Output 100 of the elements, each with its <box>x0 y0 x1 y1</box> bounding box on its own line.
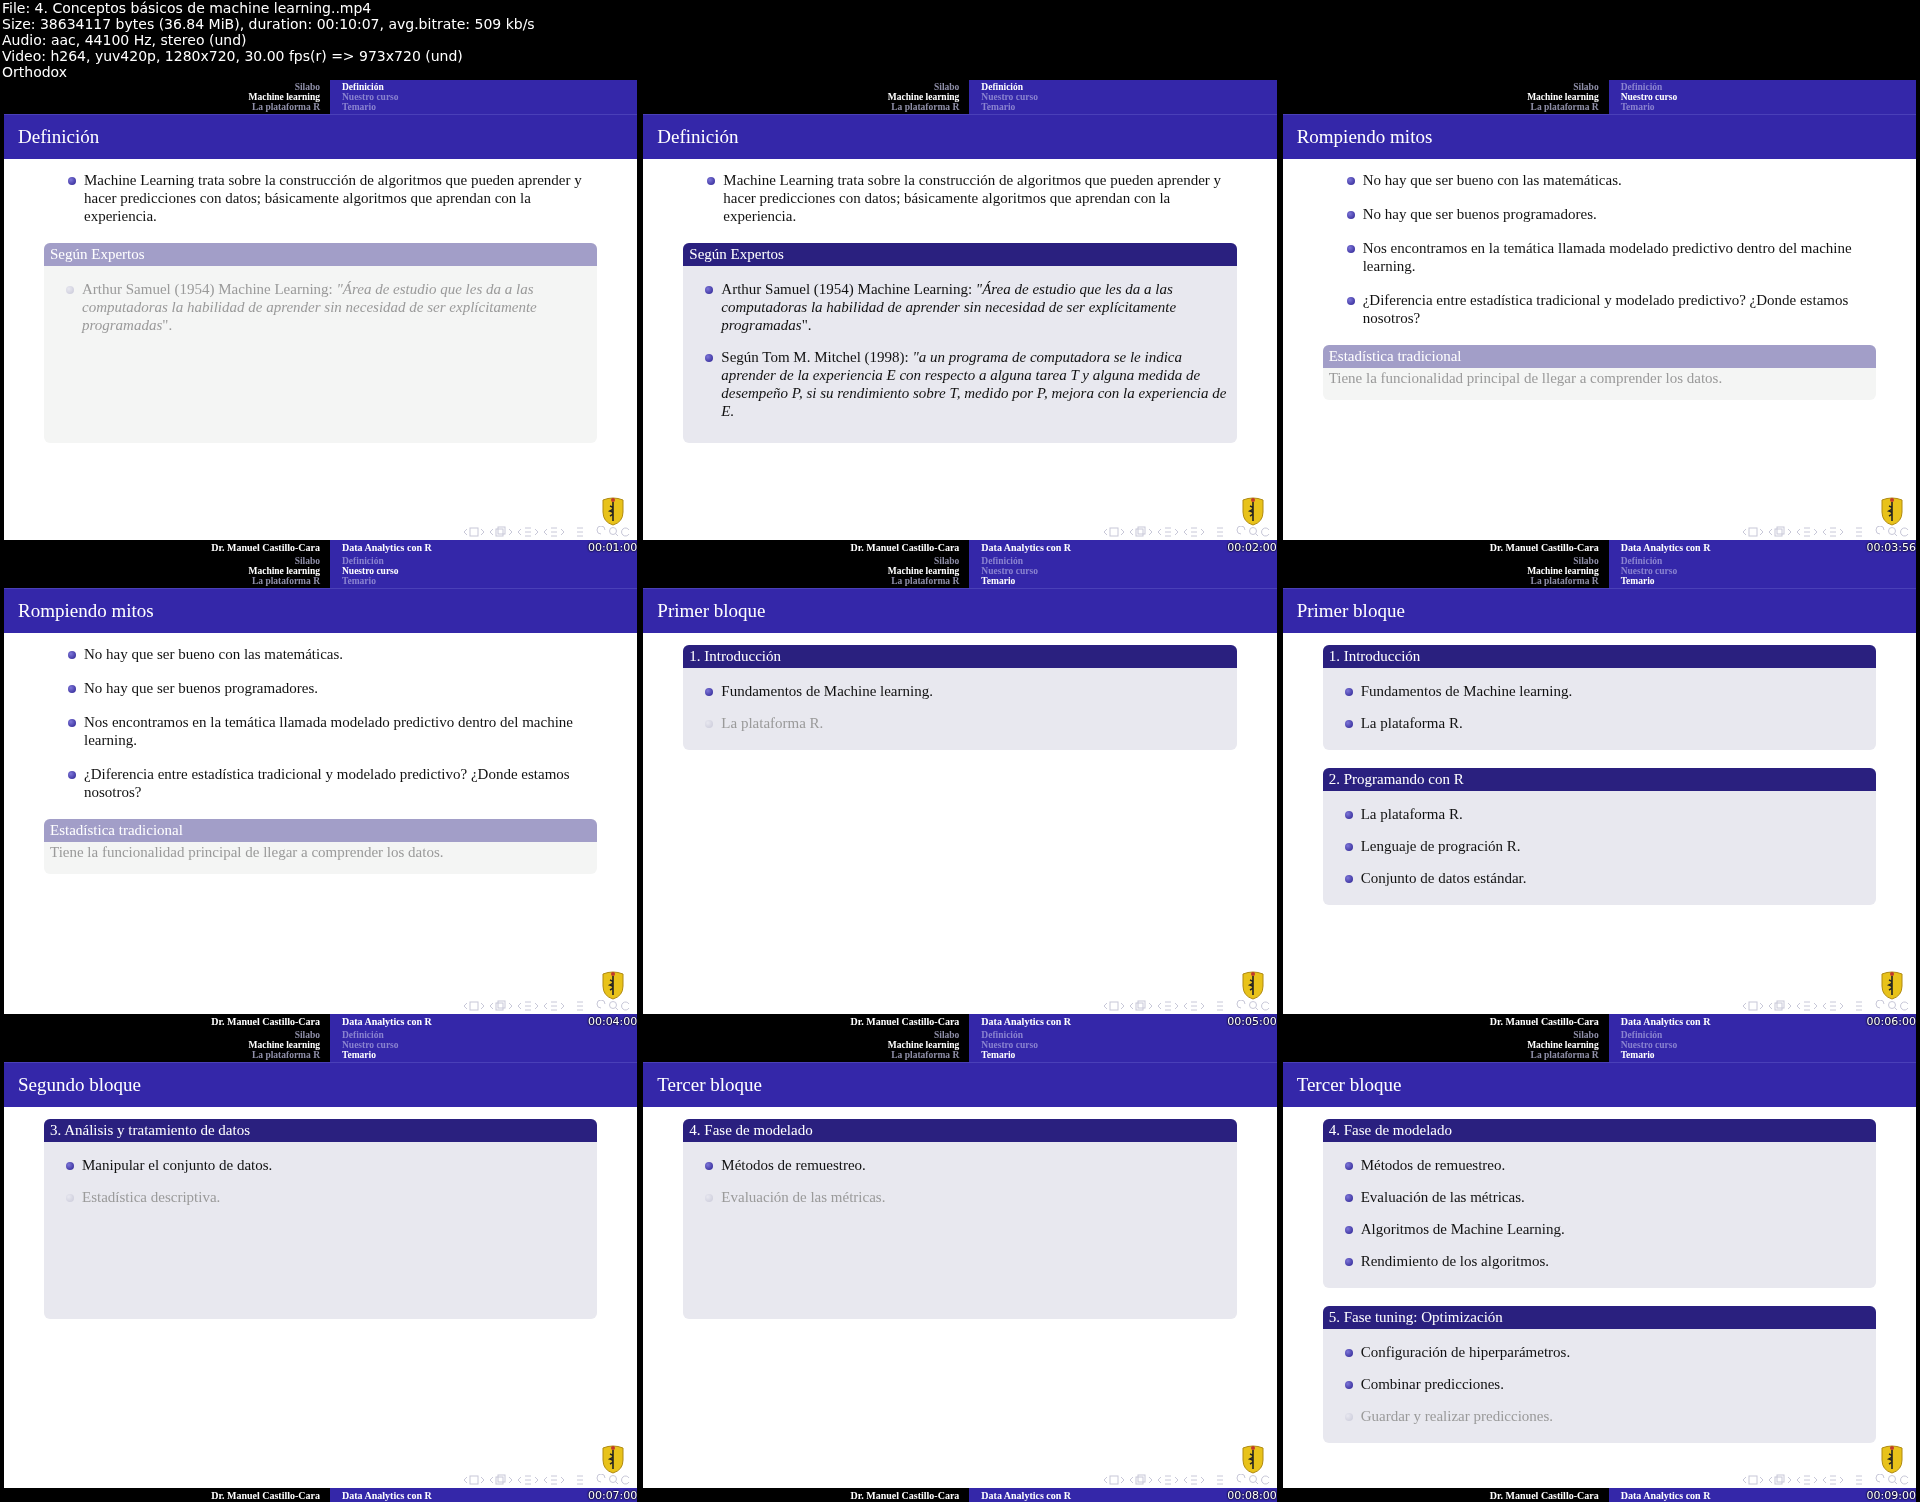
section-link[interactable]: La plataforma R <box>251 1050 320 1060</box>
section-link[interactable]: Machine learning <box>887 92 960 102</box>
section-link[interactable]: Silabo <box>294 1030 320 1040</box>
bullet-text: ¿Diferencia entre estadística tradicional y modelado predictivo? ¿Donde estamos nosotros? <box>84 765 571 801</box>
subsection-link[interactable]: Definición <box>342 82 638 92</box>
author-name: Dr. Manuel Castillo-Cara <box>1489 1489 1599 1501</box>
section-link[interactable]: La plataforma R <box>891 102 960 112</box>
block-title: 1. Introducción <box>683 645 1237 668</box>
section-link[interactable]: Machine learning <box>248 92 320 102</box>
section-link[interactable]: La plataforma R <box>1530 102 1599 112</box>
subsection-link[interactable]: Temario <box>1620 576 1916 586</box>
bullet-text: Manipular el conjunto de datos. <box>82 1156 273 1174</box>
section-link[interactable]: Machine learning <box>1527 1040 1599 1050</box>
course-title: Data Analytics con R <box>1620 1015 1711 1027</box>
bullet-text: Arthur Samuel (1954) Machine Learning: "Área de estudio que les da a las computadoras la habilidad de aprender sin necesidad de ser explícitamente programadas". <box>721 280 1178 334</box>
bullet-text: Lenguaje de progración R. <box>1360 837 1521 855</box>
subsection-link[interactable]: Nuestro curso <box>1620 92 1916 102</box>
section-link[interactable]: Machine learning <box>248 1040 320 1050</box>
course-title: Data Analytics con R <box>342 541 432 553</box>
slide-title: Segundo bloque <box>18 1074 141 1096</box>
section-link[interactable]: La plataforma R <box>1530 576 1599 586</box>
timestamp: 00:01:00 <box>587 540 638 554</box>
author-name: Dr. Manuel Castillo-Cara <box>211 1489 320 1501</box>
author-name: Dr. Manuel Castillo-Cara <box>850 1489 960 1501</box>
section-link[interactable]: Machine learning <box>887 1040 960 1050</box>
bullet-text: Machine Learning trata sobre la construcción de algoritmos que pueden aprender y hacer predicciones con datos; básicamente algoritmos que aprendan con la experiencia. <box>84 171 583 225</box>
author-name: Dr. Manuel Castillo-Cara <box>1489 541 1599 553</box>
slide-title: Rompiendo mitos <box>18 600 154 622</box>
bullet-text: La plataforma R. <box>721 714 824 732</box>
slide-title: Primer bloque <box>1296 600 1405 622</box>
section-link[interactable]: Silabo <box>933 82 960 92</box>
timestamp: 00:06:00 <box>1866 1014 1916 1028</box>
block-title: Según Expertos <box>683 243 1237 266</box>
block-title: Estadística tradicional <box>44 819 598 842</box>
author-name: Dr. Manuel Castillo-Cara <box>1489 1015 1599 1027</box>
timestamp: 00:05:00 <box>1227 1014 1277 1028</box>
bullet-text: Métodos de remuestreo. <box>721 1156 866 1174</box>
file-info-line: Audio: aac, 44100 Hz, stereo (und) <box>2 32 248 48</box>
section-link[interactable]: La plataforma R <box>251 102 320 112</box>
shield-icon <box>1880 1444 1904 1474</box>
block-text: Tiene la funcionalidad principal de llegar a comprender los datos. <box>1327 370 1724 387</box>
section-link[interactable]: Silabo <box>1573 1030 1599 1040</box>
course-title: Data Analytics con R <box>1620 1489 1711 1501</box>
subsection-link[interactable]: Nuestro curso <box>342 566 638 576</box>
shield-icon <box>601 496 626 526</box>
author-name: Dr. Manuel Castillo-Cara <box>850 1015 960 1027</box>
section-link[interactable]: Silabo <box>933 556 960 566</box>
file-info-line: File: 4. Conceptos básicos de machine learning..mp4 <box>2 0 373 16</box>
subsection-link[interactable]: Temario <box>981 1050 1277 1060</box>
slide-title: Definición <box>18 126 100 148</box>
block-text: Tiene la funcionalidad principal de llegar a comprender los datos. <box>49 844 445 861</box>
bullet-text: La plataforma R. <box>1360 714 1463 732</box>
course-title: Data Analytics con R <box>981 541 1072 553</box>
bullet-text: Configuración de hiperparámetros. <box>1360 1343 1571 1361</box>
section-link[interactable]: Silabo <box>294 82 320 92</box>
bullet-text: Rendimiento de los algoritmos. <box>1360 1252 1549 1270</box>
section-link[interactable]: Silabo <box>294 556 320 566</box>
section-link[interactable]: La plataforma R <box>251 576 320 586</box>
section-link[interactable]: La plataforma R <box>891 576 960 586</box>
author-name: Dr. Manuel Castillo-Cara <box>211 1015 320 1027</box>
section-link[interactable]: Silabo <box>933 1030 960 1040</box>
bullet-text: No hay que ser bueno con las matemáticas. <box>1362 171 1622 189</box>
section-link[interactable]: Machine learning <box>1527 566 1599 576</box>
block-title: 4. Fase de modelado <box>1322 1119 1876 1142</box>
slide-title: Tercer bloque <box>657 1074 763 1096</box>
bullet-text: Según Tom M. Mitchel (1998): "a un programa de computadora se le indica aprender de la experiencia E con respecto a alguna tarea T y alguna medida de desempeño P, si su rendimiento sobre T, medido por P, mejora con la experiencia de E. <box>721 348 1228 420</box>
section-link[interactable]: La plataforma R <box>1530 1050 1599 1060</box>
file-info-line: Orthodox <box>2 64 68 80</box>
subsection-link[interactable]: Temario <box>1620 1050 1916 1060</box>
subsection-link[interactable]: Definición <box>981 82 1277 92</box>
course-title: Data Analytics con R <box>981 1015 1072 1027</box>
block-title: 5. Fase tuning: Optimización <box>1322 1306 1876 1329</box>
section-link[interactable]: Machine learning <box>248 566 320 576</box>
bullet-text: Evaluación de las métricas. <box>721 1188 886 1206</box>
bullet-text: Conjunto de datos estándar. <box>1360 869 1527 887</box>
author-name: Dr. Manuel Castillo-Cara <box>211 541 320 553</box>
course-title: Data Analytics con R <box>981 1489 1072 1501</box>
bullet-text: Fundamentos de Machine learning. <box>1360 682 1573 700</box>
author-name: Dr. Manuel Castillo-Cara <box>850 541 960 553</box>
bullet-text: No hay que ser buenos programadores. <box>1362 205 1597 223</box>
subsection-link[interactable]: Temario <box>981 576 1277 586</box>
section-link[interactable]: Machine learning <box>1527 92 1599 102</box>
bullet-text: Fundamentos de Machine learning. <box>721 682 933 700</box>
bullet-text: Nos encontramos en la temática llamada modelado predictivo dentro del machine learning. <box>84 713 574 749</box>
section-link[interactable]: Machine learning <box>887 566 960 576</box>
block-title: Según Expertos <box>44 243 598 266</box>
subsection-link[interactable]: Temario <box>342 1050 638 1060</box>
course-title: Data Analytics con R <box>1620 541 1711 553</box>
section-link[interactable]: Silabo <box>1573 556 1599 566</box>
block-title: 4. Fase de modelado <box>683 1119 1237 1142</box>
bullet-text: La plataforma R. <box>1360 805 1463 823</box>
section-link[interactable]: La plataforma R <box>891 1050 960 1060</box>
bullet-text: ¿Diferencia entre estadística tradicional y modelado predictivo? ¿Donde estamos nosotros? <box>1362 291 1850 327</box>
timestamp: 00:07:00 <box>587 1488 638 1502</box>
bullet-text: No hay que ser bueno con las matemáticas. <box>84 645 344 663</box>
block-title: 1. Introducción <box>1322 645 1876 668</box>
timestamp: 00:02:00 <box>1227 540 1277 554</box>
slide-title: Definición <box>657 126 739 148</box>
section-link[interactable]: Silabo <box>1573 82 1599 92</box>
timestamp: 00:04:00 <box>587 1014 638 1028</box>
